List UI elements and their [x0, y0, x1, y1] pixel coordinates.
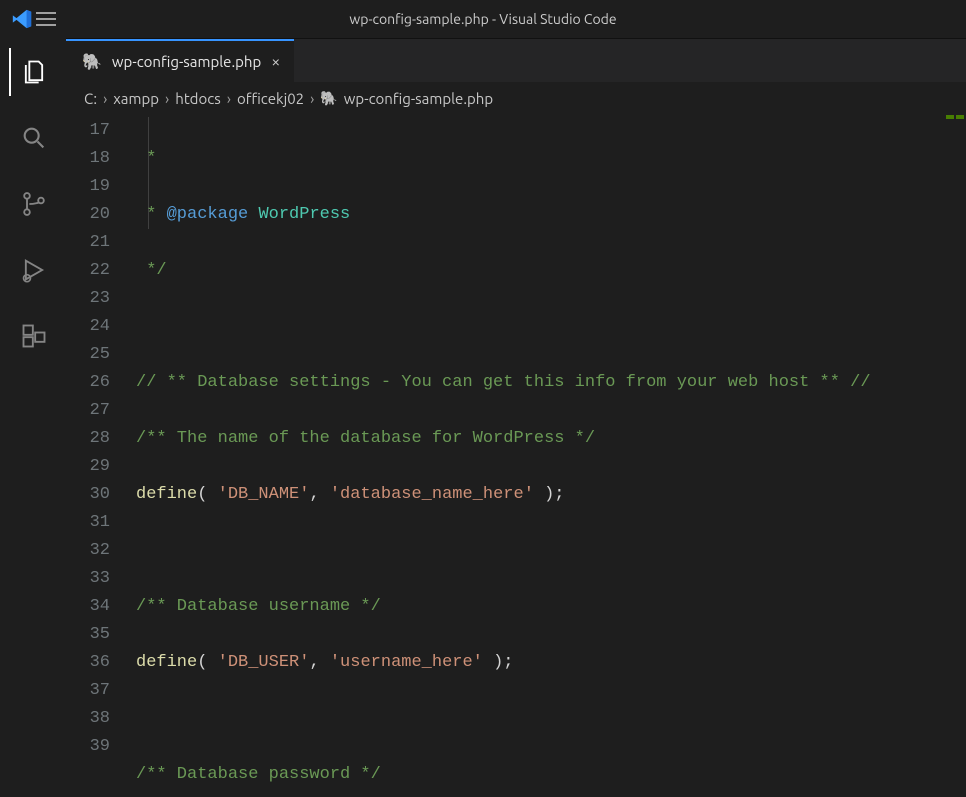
breadcrumb-item[interactable]: htdocs — [175, 90, 220, 107]
code-content[interactable]: * * @package WordPress */ // ** Database… — [136, 113, 966, 797]
vscode-logo-icon — [8, 8, 36, 30]
code-editor[interactable]: 17 18 19 20 21 22 23 24 25 26 27 28 29 3… — [66, 113, 966, 797]
chevron-right-icon: › — [227, 90, 231, 107]
chevron-right-icon: › — [165, 90, 169, 107]
activity-scm[interactable] — [9, 180, 57, 228]
line-number-gutter: 17 18 19 20 21 22 23 24 25 26 27 28 29 3… — [66, 113, 136, 797]
chevron-right-icon: › — [103, 90, 107, 107]
files-icon — [20, 58, 48, 86]
tab-close-button[interactable]: × — [271, 53, 280, 71]
breadcrumb-item[interactable]: officekj02 — [237, 90, 304, 107]
breadcrumb-item[interactable]: xampp — [113, 90, 159, 107]
search-icon — [20, 124, 48, 152]
tab-wp-config-sample[interactable]: 🐘 wp-config-sample.php × — [66, 39, 294, 82]
window-title: wp-config-sample.php - Visual Studio Cod… — [72, 11, 894, 27]
breadcrumb-file[interactable]: 🐘 wp-config-sample.php — [320, 90, 493, 107]
php-file-icon: 🐘 — [82, 52, 102, 71]
activity-explorer[interactable] — [9, 48, 57, 96]
run-debug-icon — [20, 256, 48, 284]
activity-search[interactable] — [9, 114, 57, 162]
overview-ruler[interactable] — [950, 113, 966, 797]
extensions-icon — [20, 322, 48, 350]
php-file-icon: 🐘 — [320, 90, 337, 107]
breadcrumb: C: › xampp › htdocs › officekj02 › 🐘 wp-… — [66, 83, 966, 113]
breadcrumb-root[interactable]: C: — [84, 90, 97, 107]
activity-bar — [0, 38, 66, 797]
source-control-icon — [20, 190, 48, 218]
tab-label: wp-config-sample.php — [112, 53, 261, 70]
app-menu-button[interactable] — [36, 12, 72, 26]
activity-debug[interactable] — [9, 246, 57, 294]
activity-extensions[interactable] — [9, 312, 57, 360]
editor-tabs: 🐘 wp-config-sample.php × — [66, 39, 966, 83]
title-bar: wp-config-sample.php - Visual Studio Cod… — [0, 0, 966, 38]
chevron-right-icon: › — [310, 90, 314, 107]
